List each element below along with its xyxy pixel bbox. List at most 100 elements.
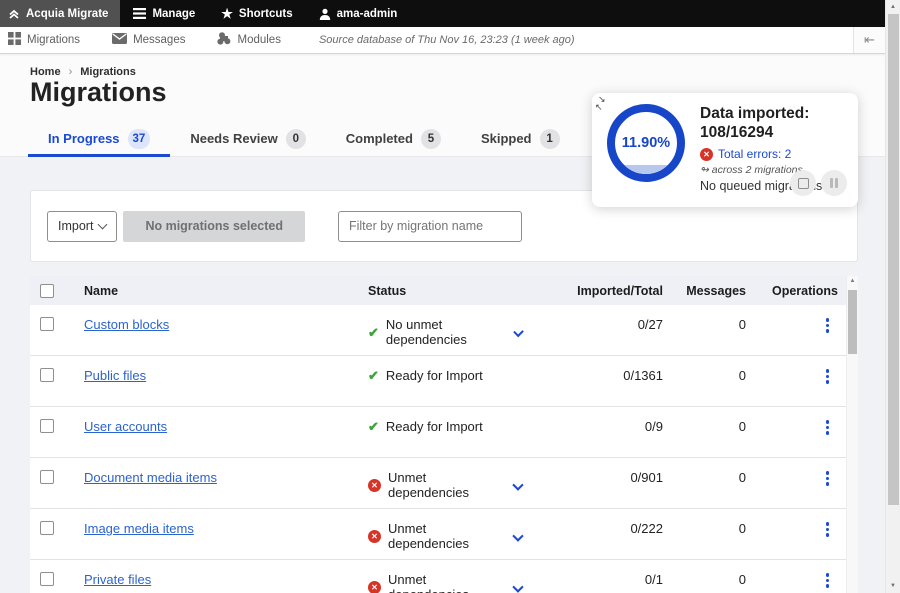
progress-percent: 11.90% — [622, 135, 670, 151]
row-checkbox[interactable] — [40, 470, 54, 484]
star-icon: ★ — [221, 7, 233, 20]
total-errors-link[interactable]: Total errors: 2 — [718, 147, 791, 161]
table-header-row: Name Status Imported/Total Messages Oper… — [30, 276, 846, 305]
scroll-up-icon[interactable]: ▲ — [886, 0, 900, 14]
imported-total-value: 0/27 — [558, 317, 663, 332]
import-dropdown-button[interactable]: Import — [47, 211, 117, 242]
row-expand-chevron-icon[interactable] — [513, 530, 524, 541]
nav-item-modules[interactable]: Modules — [207, 32, 290, 48]
data-imported-count: 108/16294 — [700, 123, 852, 142]
admin-toolbar: Acquia Migrate Manage ★ Shortcuts ama-ad… — [0, 0, 885, 27]
row-expand-chevron-icon[interactable] — [513, 479, 524, 490]
nav-modules-label: Modules — [237, 34, 280, 46]
table-row: User accounts ✔ Ready for Import 0/9 0 — [30, 407, 846, 458]
row-checkbox[interactable] — [40, 572, 54, 586]
table-row: Private files ✕ Unmet dependencies 0/1 0 — [30, 560, 846, 593]
header-imported-total: Imported/Total — [558, 284, 663, 298]
table-body: Custom blocks ✔ No unmet dependencies 0/… — [30, 305, 846, 593]
migration-name-link[interactable]: Image media items — [84, 521, 194, 536]
resize-collapse-icon[interactable]: ↘ ↖ — [598, 95, 606, 112]
scroll-down-icon[interactable]: ▼ — [886, 579, 900, 593]
tab-skipped[interactable]: Skipped 1 — [461, 120, 580, 157]
select-all-checkbox[interactable] — [40, 284, 54, 298]
toolbar-item-user[interactable]: ama-admin — [306, 0, 411, 27]
operations-kebab-icon[interactable] — [823, 419, 833, 436]
shortcuts-label: Shortcuts — [239, 8, 293, 20]
table-scrollbar[interactable]: ▲ — [846, 276, 858, 593]
collapse-arrow-icon: ⇤ — [864, 32, 875, 48]
messages-count: 0 — [663, 419, 746, 434]
stop-icon — [798, 178, 809, 189]
brand-label: Acquia Migrate — [26, 8, 108, 20]
nav-item-migrations[interactable]: Migrations — [0, 32, 90, 48]
migration-filter-input[interactable] — [338, 211, 522, 242]
page-scrollbar-thumb[interactable] — [888, 14, 899, 505]
pause-import-button[interactable] — [821, 170, 847, 196]
operations-kebab-icon[interactable] — [823, 521, 833, 538]
row-checkbox[interactable] — [40, 317, 54, 331]
header-messages: Messages — [663, 284, 746, 298]
migration-name-link[interactable]: Public files — [84, 368, 146, 383]
status-text: Ready for Import — [386, 368, 483, 383]
username-label: ama-admin — [337, 8, 398, 20]
tab-in-progress[interactable]: In Progress 37 — [28, 120, 170, 157]
tab-label: Completed — [346, 131, 413, 146]
operations-kebab-icon[interactable] — [823, 470, 833, 487]
stop-import-button[interactable] — [790, 170, 816, 196]
table-row: Document media items ✕ Unmet dependencie… — [30, 458, 846, 509]
tab-count-badge: 5 — [421, 129, 441, 149]
row-expand-chevron-icon[interactable] — [513, 581, 524, 592]
nav-messages-label: Messages — [133, 34, 185, 46]
tab-label: Skipped — [481, 131, 532, 146]
tab-label: Needs Review — [190, 131, 277, 146]
migration-name-link[interactable]: Document media items — [84, 470, 217, 485]
progress-fill — [615, 165, 677, 174]
row-expand-chevron-icon[interactable] — [513, 326, 524, 337]
toolbar-item-manage[interactable]: Manage — [120, 0, 208, 27]
imported-total-value: 0/1361 — [558, 368, 663, 383]
loop-arrow-icon: ↬ — [700, 164, 709, 176]
table-row: Image media items ✕ Unmet dependencies 0… — [30, 509, 846, 560]
row-checkbox[interactable] — [40, 521, 54, 535]
no-migrations-selected-button[interactable]: No migrations selected — [123, 211, 305, 242]
status-text: Ready for Import — [386, 419, 483, 434]
tab-needs-review[interactable]: Needs Review 0 — [170, 120, 325, 157]
operations-kebab-icon[interactable] — [823, 368, 833, 385]
status-text: Unmet dependencies — [388, 572, 507, 593]
messages-count: 0 — [663, 572, 746, 587]
status-check-icon: ✔ — [368, 326, 379, 339]
imported-total-value: 0/1 — [558, 572, 663, 587]
import-progress-popup: ↘ ↖ 11.90% Data imported: 108/16294 ✕ To… — [592, 93, 858, 207]
table-scrollbar-thumb[interactable] — [848, 290, 857, 354]
page-scrollbar[interactable]: ▲ ▼ — [885, 0, 900, 593]
toolbar-collapse-button[interactable]: ⇤ — [853, 27, 885, 53]
row-checkbox[interactable] — [40, 368, 54, 382]
migration-name-link[interactable]: Private files — [84, 572, 151, 587]
migration-name-link[interactable]: Custom blocks — [84, 317, 169, 332]
imported-total-value: 0/9 — [558, 419, 663, 434]
envelope-icon — [112, 33, 127, 47]
tab-completed[interactable]: Completed 5 — [326, 120, 461, 157]
toolbar-item-acquia-migrate[interactable]: Acquia Migrate — [0, 0, 120, 27]
nav-item-messages[interactable]: Messages — [102, 33, 195, 47]
status-error-icon: ✕ — [368, 479, 381, 492]
migrations-table: Name Status Imported/Total Messages Oper… — [30, 276, 858, 593]
operations-kebab-icon[interactable] — [823, 572, 833, 589]
row-checkbox[interactable] — [40, 419, 54, 433]
status-error-icon: ✕ — [368, 530, 381, 543]
table-row: Custom blocks ✔ No unmet dependencies 0/… — [30, 305, 846, 356]
migration-name-link[interactable]: User accounts — [84, 419, 167, 434]
modules-icon — [217, 32, 231, 48]
toolbar-item-shortcuts[interactable]: ★ Shortcuts — [208, 0, 305, 27]
status-text: Unmet dependencies — [388, 470, 507, 500]
status-check-icon: ✔ — [368, 369, 379, 382]
operations-kebab-icon[interactable] — [823, 317, 833, 334]
tab-count-badge: 37 — [128, 129, 151, 149]
status-text: No unmet dependencies — [386, 317, 508, 347]
nav-migrations-label: Migrations — [27, 34, 80, 46]
progress-ring: 11.90% — [607, 104, 685, 182]
messages-count: 0 — [663, 368, 746, 383]
tab-count-badge: 0 — [286, 129, 306, 149]
scroll-up-icon[interactable]: ▲ — [847, 278, 858, 284]
chevron-down-icon — [98, 219, 108, 229]
